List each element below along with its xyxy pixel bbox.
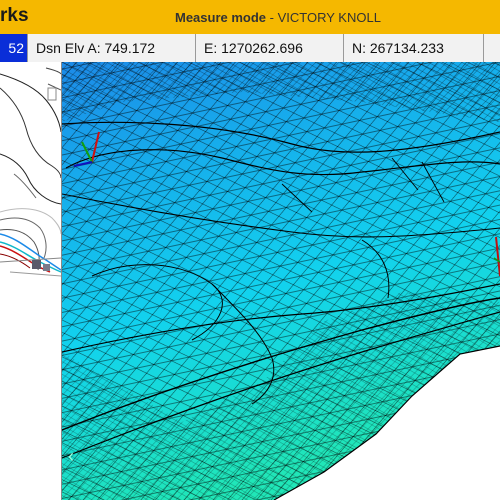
title-bar: rks Measure mode - VICTORY KNOLL [0,0,500,34]
chevron-left-icon[interactable]: ‹ [68,446,74,467]
mode-label: Measure mode [175,10,267,25]
project-name: VICTORY KNOLL [277,10,381,25]
easting-readout: E: 1270262.696 [196,34,344,62]
extra-readout-cell [484,34,500,62]
design-elevation-readout: Dsn Elv A: 749.172 [28,34,196,62]
northing-readout: N: 267134.233 [344,34,484,62]
app-name: rks [0,5,29,26]
plan-view[interactable] [0,62,62,286]
coordinate-bar: 52 Dsn Elv A: 749.172 E: 1270262.696 N: … [0,34,500,63]
title-separator: - [266,10,278,25]
window-title: Measure mode - VICTORY KNOLL [175,10,381,25]
point-number-cell[interactable]: 52 [0,34,28,62]
plan-panel-blank [0,286,62,500]
tin-surface [62,62,500,500]
position-marker-icon [32,260,41,269]
surface-3d-viewport[interactable] [62,62,500,500]
plan-linework [0,67,61,277]
